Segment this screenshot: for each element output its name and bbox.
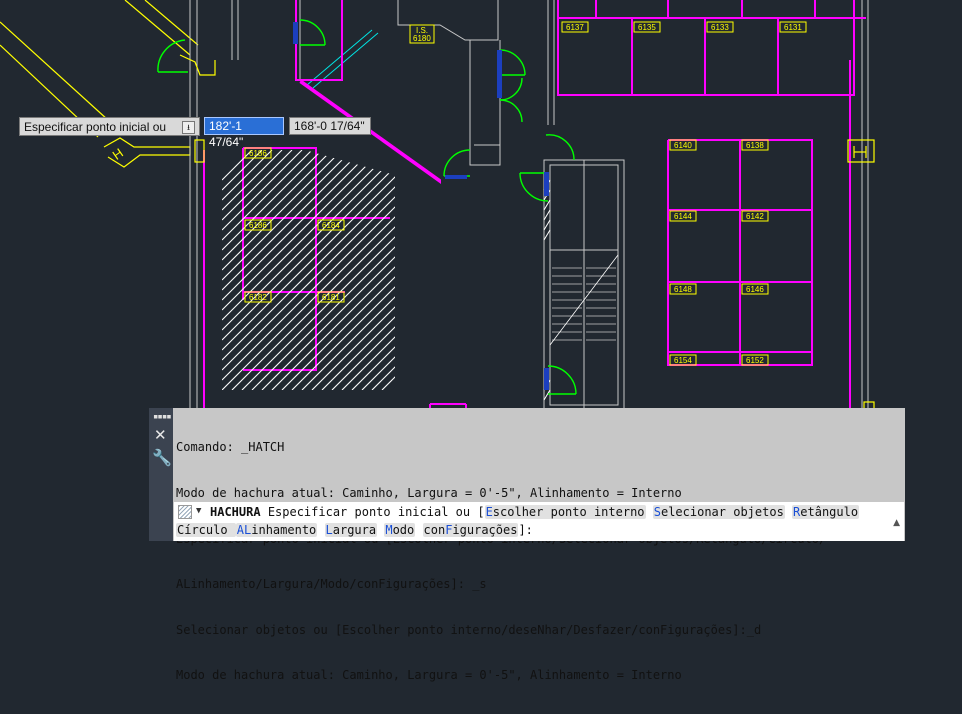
option-circulo[interactable]: Círculo bbox=[176, 523, 236, 537]
history-line: Modo de hachura atual: Caminho, Largura … bbox=[176, 486, 682, 501]
download-arrow-icon[interactable]: ⭳ bbox=[182, 121, 195, 134]
history-line: Comando: _HATCH bbox=[176, 440, 285, 455]
hatch-icon bbox=[178, 505, 192, 519]
option-largura[interactable]: Largura bbox=[324, 523, 378, 537]
chevron-up-icon[interactable]: ▲ bbox=[893, 514, 900, 532]
grip-icon[interactable]: ▪▪▪▪ bbox=[153, 412, 172, 422]
prompt-label: Especificar ponto inicial ou bbox=[24, 120, 167, 134]
prompt-end: ]: bbox=[518, 523, 533, 537]
history-line: Modo de hachura atual: Caminho, Largura … bbox=[176, 668, 682, 683]
option-configuracoes[interactable]: conFigurações bbox=[422, 523, 519, 537]
option-escolher-ponto[interactable]: Escolher ponto interno bbox=[484, 505, 646, 519]
command-line-sidebar: ▪▪▪▪ ✕ 🔧 bbox=[149, 408, 173, 541]
room-tag: 6152 bbox=[746, 356, 764, 365]
room-tag: 6148 bbox=[674, 285, 692, 294]
grey-walls bbox=[189, 0, 869, 411]
command-prompt-line: HACHURA Especificar ponto inicial ou [Es… bbox=[210, 503, 860, 521]
room-tag: 6140 bbox=[674, 141, 692, 150]
room-tag: 6186 bbox=[249, 221, 267, 230]
option-alinhamento[interactable]: ALinhamento bbox=[235, 523, 318, 537]
chevron-down-icon[interactable]: ▼ bbox=[196, 502, 201, 520]
history-line: ALinhamento/Largura/Modo/conFigurações]:… bbox=[176, 577, 487, 592]
room-tag: 6181 bbox=[322, 293, 340, 302]
blue-door-edges bbox=[293, 22, 549, 390]
room-tag: 6133 bbox=[711, 23, 729, 32]
command-input[interactable]: ▼ HACHURA Especificar ponto inicial ou [… bbox=[174, 502, 904, 541]
command-history: Comando: _HATCH Modo de hachura atual: C… bbox=[176, 410, 901, 714]
room-tag: 6180 bbox=[413, 34, 431, 43]
room-tag: 6144 bbox=[674, 212, 692, 221]
room-tag: 6137 bbox=[566, 23, 584, 32]
command-line-panel: ▪▪▪▪ ✕ 🔧 Comando: _HATCH Modo de hachura… bbox=[149, 408, 905, 682]
history-line: Selecionar objetos ou [Escolher ponto in… bbox=[176, 622, 762, 637]
room-tag: 6184 bbox=[322, 221, 340, 230]
option-selecionar-objetos[interactable]: Selecionar objetos bbox=[652, 505, 785, 519]
yellow-symbols bbox=[179, 54, 875, 411]
yellow-diagonal-lines bbox=[0, 0, 199, 168]
door-swings bbox=[157, 19, 577, 395]
room-tag: 6142 bbox=[746, 212, 764, 221]
dynamic-input-prompt: Especificar ponto inicial ou ⭳ bbox=[19, 117, 200, 136]
active-prompt: Especificar ponto inicial ou [ bbox=[267, 505, 485, 519]
room-tag: 6146 bbox=[746, 285, 764, 294]
wall-hatch bbox=[543, 179, 551, 401]
room-tag: 6131 bbox=[784, 23, 802, 32]
room-tag: 6138 bbox=[746, 141, 764, 150]
hatch-pattern bbox=[222, 150, 395, 390]
x-coordinate-input[interactable]: 182'-1 47/64" bbox=[204, 117, 284, 149]
active-command-name: HACHURA bbox=[210, 505, 261, 519]
room-tag: 6135 bbox=[638, 23, 656, 32]
wrench-icon[interactable]: 🔧 bbox=[152, 448, 172, 467]
option-modo[interactable]: Modo bbox=[384, 523, 416, 537]
room-tag: 6182 bbox=[249, 293, 267, 302]
option-retangulo[interactable]: Retângulo bbox=[792, 505, 860, 519]
y-coordinate-input[interactable]: 168'-0 17/64" bbox=[289, 117, 371, 135]
close-icon[interactable]: ✕ bbox=[154, 426, 167, 444]
room-tag: 6186 bbox=[249, 149, 267, 158]
command-options-line: Círculo ALinhamento Largura Modo conFigu… bbox=[176, 521, 533, 539]
room-tag: 6154 bbox=[674, 356, 692, 365]
